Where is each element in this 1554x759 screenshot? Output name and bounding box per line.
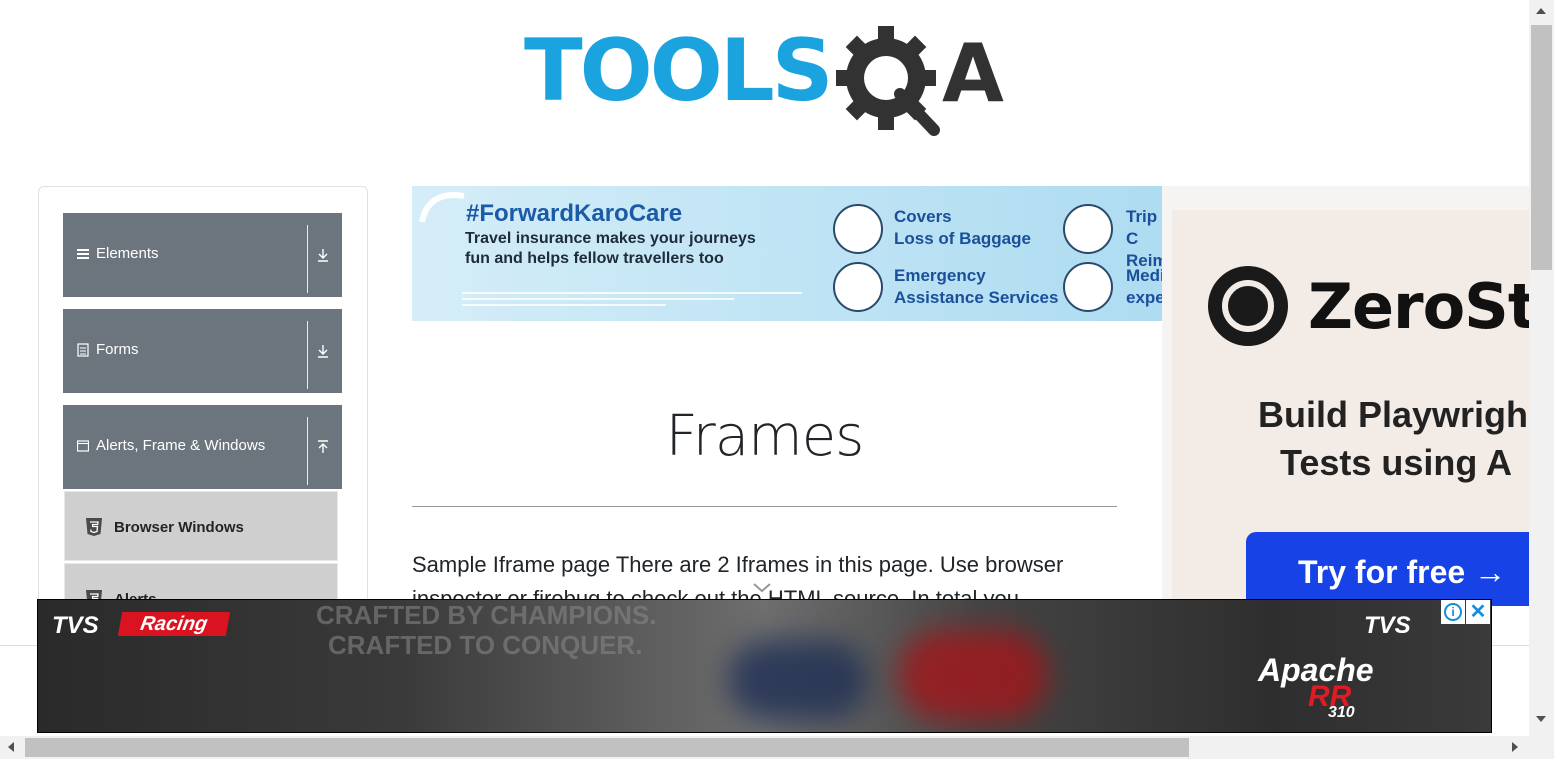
title-divider — [412, 506, 1117, 507]
html5-icon — [86, 518, 102, 536]
group-divider — [307, 417, 308, 485]
document-icon — [77, 343, 89, 357]
scroll-right-icon[interactable] — [1512, 742, 1518, 752]
page-title: Frames — [665, 404, 865, 469]
ad-fine-print — [462, 292, 802, 316]
ad-info-button[interactable]: i — [1441, 600, 1465, 624]
ad-feature-text: Emergency Assistance Services — [894, 266, 1059, 307]
sidebar-item-browser-windows[interactable]: Browser Windows — [64, 491, 338, 561]
ad-line: Travel insurance makes your journeys — [465, 230, 756, 247]
sidebar: Elements Forms Alerts, Frame & Windows B… — [38, 186, 368, 647]
gear-icon — [836, 26, 940, 136]
sidebar-group-label: Forms — [96, 341, 139, 358]
money-hand-icon — [1063, 204, 1113, 254]
model-number: 310 — [1328, 704, 1355, 721]
ad-feature-text: Covers Loss of Baggage — [894, 207, 1031, 248]
ad-headline: Tests using A — [1280, 442, 1513, 483]
chevron-down-icon[interactable] — [752, 582, 772, 594]
scroll-up-icon[interactable] — [1536, 8, 1546, 14]
scrollbar-thumb[interactable] — [25, 738, 1189, 757]
info-icon: i — [1444, 603, 1462, 621]
travel-insurance-ad[interactable]: #ForwardKaroCare Travel insurance makes … — [412, 186, 1162, 321]
ad-feature-text: Medi expe — [1126, 266, 1162, 307]
sidebar-group-label: Alerts, Frame & Windows — [96, 437, 266, 454]
scroll-down-icon[interactable] — [1536, 716, 1546, 722]
ad-headline: Build Playwrigh — [1258, 394, 1529, 435]
scrollbar-thumb[interactable] — [1531, 25, 1552, 270]
motorbike-image — [898, 630, 1048, 720]
racing-badge: Racing — [117, 612, 231, 636]
window-icon — [77, 440, 89, 452]
tvs-apache-ad[interactable]: CRAFTED BY CHAMPIONS. CRAFTED TO CONQUER… — [37, 599, 1492, 733]
zerostep-ad[interactable]: ZeroSte Build Playwrigh Tests using A Tr… — [1162, 186, 1529, 606]
sidebar-group-alerts-frame-windows[interactable]: Alerts, Frame & Windows — [63, 405, 342, 489]
support-agent-icon — [833, 262, 883, 312]
motorbike-image — [728, 640, 868, 720]
medical-bill-icon — [1063, 262, 1113, 312]
upload-arrow-icon — [318, 440, 328, 453]
download-arrow-icon — [318, 345, 328, 358]
ad-brand: ZeroSte — [1308, 270, 1529, 343]
logo-a: A — [942, 27, 1004, 120]
zerostep-logo-icon — [1208, 266, 1288, 346]
sidebar-group-forms[interactable]: Forms — [63, 309, 342, 393]
cta-label: Try for free → — [1298, 554, 1507, 590]
luggage-icon — [833, 204, 883, 254]
logo-text: TOOLS — [524, 21, 834, 121]
sidebar-item-label: Browser Windows — [114, 519, 244, 536]
scrollbar-corner — [1529, 736, 1554, 759]
ad-line: fun and helps fellow travellers too — [465, 250, 724, 267]
scroll-left-icon[interactable] — [8, 742, 14, 752]
group-divider — [307, 321, 308, 389]
ad-feature-text: Trip C Reim — [1126, 207, 1162, 270]
toolsqa-logo[interactable]: TOOLS A — [524, 22, 1014, 138]
group-divider — [307, 225, 308, 293]
hamburger-icon — [77, 249, 89, 259]
ad-tagline: CRAFTED BY CHAMPIONS. — [316, 600, 657, 630]
download-arrow-icon — [318, 249, 328, 262]
ad-close-button[interactable]: ✕ — [1466, 600, 1490, 624]
tvs-logo: TVS — [52, 612, 99, 639]
horizontal-scrollbar[interactable] — [0, 736, 1529, 759]
sidebar-group-elements[interactable]: Elements — [63, 213, 342, 297]
ad-tagline: CRAFTED TO CONQUER. — [328, 630, 643, 660]
sidebar-group-label: Elements — [96, 245, 159, 262]
tvs-logo: TVS — [1364, 612, 1411, 639]
vertical-scrollbar[interactable] — [1529, 0, 1554, 736]
ad-hashtag: #ForwardKaroCare — [466, 200, 683, 227]
try-for-free-button[interactable]: Try for free → — [1246, 532, 1529, 606]
